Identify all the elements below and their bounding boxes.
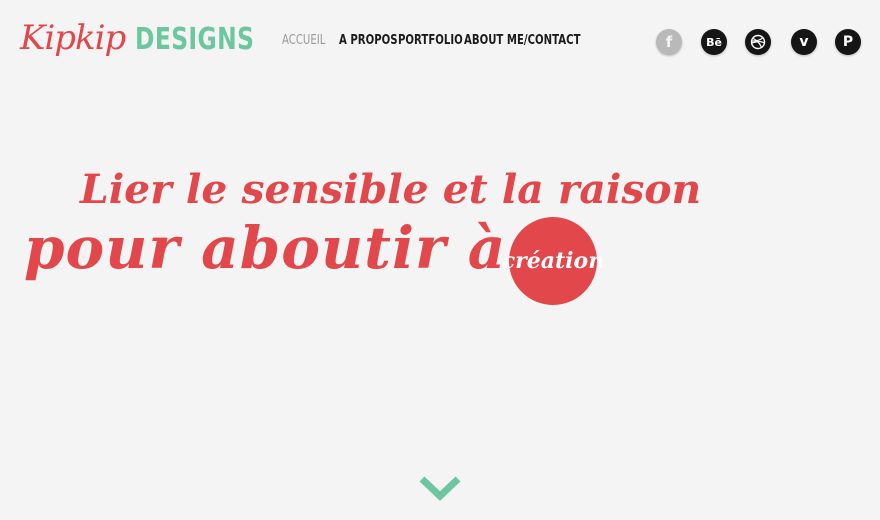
hero-highlight-text: création <box>501 248 605 274</box>
nav-item-accueil[interactable]: ACCUEIL <box>282 33 330 48</box>
scroll-down-chevron-icon[interactable] <box>418 474 462 502</box>
hero-tagline-line1: Lier le sensible et la raison <box>80 166 702 213</box>
logo-script-text: Kipkip <box>20 18 126 58</box>
nav-item-portfolio[interactable]: PORTFOLIO <box>398 33 463 48</box>
pinterest-icon[interactable]: P <box>835 29 861 55</box>
behance-icon[interactable]: Bē <box>701 29 727 55</box>
dribbble-icon[interactable] <box>745 29 771 55</box>
nav-item-about-contact[interactable]: ABOUT ME/CONTACT <box>464 33 580 48</box>
hero-highlight-badge: création <box>502 217 604 305</box>
site-logo[interactable]: Kipkip DESIGNS <box>20 18 288 58</box>
facebook-icon[interactable]: f <box>656 29 682 55</box>
logo-word-text: DESIGNS <box>135 22 255 57</box>
nav-item-a-propos[interactable]: A PROPOS <box>339 33 398 48</box>
main-nav: ACCUEIL A PROPOS PORTFOLIO ABOUT ME/CONT… <box>282 33 580 48</box>
vimeo-icon[interactable]: v <box>791 29 817 55</box>
